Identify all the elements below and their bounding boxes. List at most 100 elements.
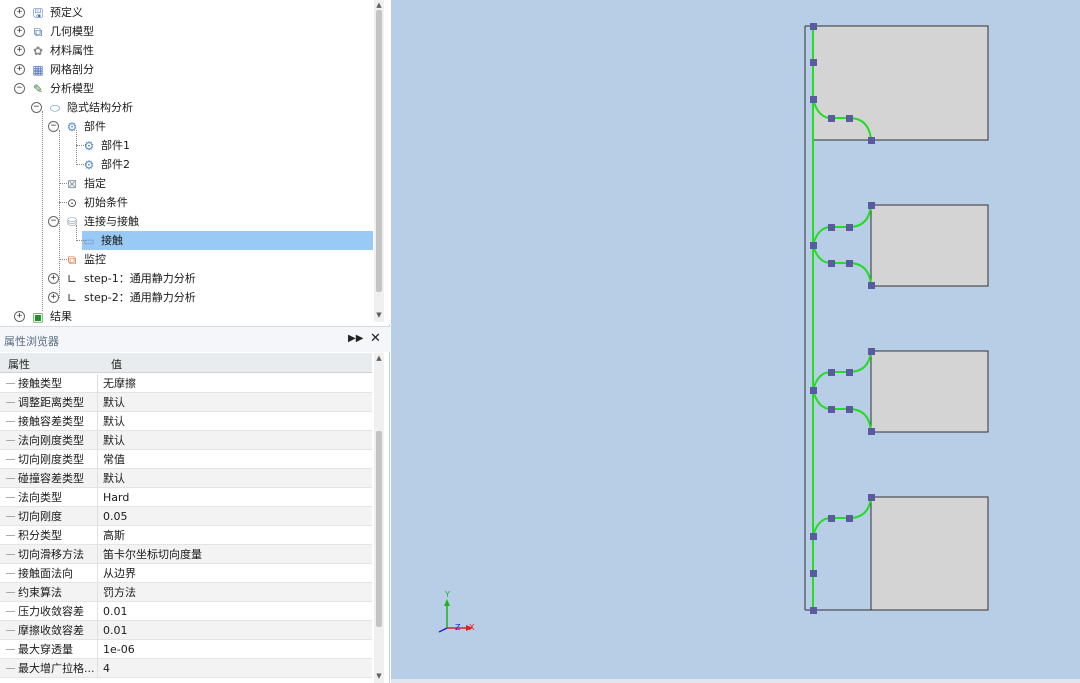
property-row[interactable]: 接触类型 无摩擦 [0, 374, 372, 393]
property-name: 摩擦收敛容差 [0, 621, 98, 640]
expand-icon[interactable]: + [14, 45, 25, 56]
property-row[interactable]: 约束算法 罚方法 [0, 583, 372, 602]
mesh-node [846, 406, 853, 413]
property-row[interactable]: 碰撞容差类型 默认 [0, 469, 372, 488]
part-block-2 [870, 204, 989, 287]
property-value[interactable]: Hard [103, 488, 129, 507]
property-row[interactable]: 接触容差类型 默认 [0, 412, 372, 431]
scroll-up-arrow[interactable]: ▲ [374, 0, 384, 10]
scroll-up-arrow[interactable]: ▲ [374, 353, 384, 363]
tree-connector [59, 202, 69, 203]
tree-item-label: 接触 [101, 234, 123, 247]
tree-item[interactable]: − ⚙ 部件 [48, 117, 110, 136]
property-value[interactable]: 0.01 [103, 602, 128, 621]
expand-icon[interactable]: + [48, 292, 59, 303]
mesh-node [810, 570, 817, 577]
part-block-1 [812, 25, 989, 141]
tree-item-label: 材料属性 [50, 44, 94, 57]
property-value[interactable]: 1e-06 [103, 640, 135, 659]
property-scrollbar[interactable]: ▲ ▼ [374, 353, 384, 683]
property-row[interactable]: 最大穿透量 1e-06 [0, 640, 372, 659]
tree-item[interactable]: − ✎ 分析模型 [14, 79, 98, 98]
tree-item[interactable]: ⊠ 指定 [48, 174, 110, 193]
tree-item[interactable]: − ⛁ 连接与接触 [48, 212, 143, 231]
scroll-thumb[interactable] [376, 431, 382, 627]
property-row[interactable]: 压力收敛容差 0.01 [0, 602, 372, 621]
tree-item[interactable]: + ∟ step-1：通用静力分析 [48, 269, 200, 288]
step-icon: ∟ [66, 290, 78, 305]
collapse-icon[interactable]: − [14, 83, 25, 94]
property-value[interactable]: 从边界 [103, 564, 136, 583]
property-table-header: 属性 值 [0, 353, 372, 373]
property-value[interactable]: 4 [103, 659, 110, 678]
tree-item-label: 隐式结构分析 [67, 101, 133, 114]
property-row[interactable]: 切向刚度 0.05 [0, 507, 372, 526]
property-row[interactable]: 切向滑移方法 笛卡尔坐标切向度量 [0, 545, 372, 564]
tree-connector [76, 164, 86, 165]
expand-icon[interactable]: + [14, 64, 25, 75]
tree-item[interactable]: + ⧉ 几何模型 [14, 22, 98, 41]
tree-item-label: 几何模型 [50, 25, 94, 38]
mesh-node [868, 282, 875, 289]
collapse-icon[interactable]: − [31, 102, 42, 113]
collapse-icon[interactable]: − [48, 216, 59, 227]
property-value[interactable]: 罚方法 [103, 583, 136, 602]
tree-item[interactable]: + 🖫 预定义 [14, 3, 87, 22]
expand-icon[interactable]: + [48, 273, 59, 284]
tree-item-label: step-2：通用静力分析 [84, 291, 196, 304]
tree-item-label: 结果 [50, 310, 72, 323]
expand-icon[interactable]: + [14, 26, 25, 37]
tree-item[interactable]: + ✿ 材料属性 [14, 41, 98, 60]
step-icon: ∟ [66, 271, 78, 286]
property-value[interactable]: 高斯 [103, 526, 125, 545]
scroll-down-arrow[interactable]: ▼ [374, 671, 384, 681]
property-row[interactable]: 调整距离类型 默认 [0, 393, 372, 412]
property-value[interactable]: 无摩擦 [103, 374, 136, 393]
collapse-icon[interactable]: − [48, 121, 59, 132]
property-name: 切向刚度 [0, 507, 98, 526]
property-name: 法向刚度类型 [0, 431, 98, 450]
tree-item[interactable]: ⧉ 监控 [48, 250, 110, 269]
analysis-model-icon: ✎ [32, 81, 44, 96]
column-header-value: 值 [111, 358, 122, 371]
left-panel: + 🖫 预定义 + ⧉ 几何模型 + ✿ 材料属性 + ▦ 网格剖分 − ✎ 分析模型 − ⬭ 隐式结构分析 − ⚙ 部… [0, 0, 390, 683]
tree-item[interactable]: ▭ 接触 [65, 231, 373, 250]
viewport-bottom-bar [391, 679, 1080, 683]
tree-connector [59, 130, 60, 298]
property-row[interactable]: 切向刚度类型 常值 [0, 450, 372, 469]
material-icon: ✿ [32, 43, 44, 58]
part-blocks [812, 25, 989, 611]
scroll-down-arrow[interactable]: ▼ [374, 310, 384, 320]
expand-icon[interactable]: + [14, 311, 25, 322]
model-canvas[interactable]: Y X Z [391, 0, 1080, 683]
property-value[interactable]: 0.05 [103, 507, 128, 526]
property-row[interactable]: 摩擦收敛容差 0.01 [0, 621, 372, 640]
fast-forward-icon[interactable]: ▶▶ [348, 333, 363, 344]
tree-item[interactable]: + ∟ step-2：通用静力分析 [48, 288, 200, 307]
property-row[interactable]: 接触面法向 从边界 [0, 564, 372, 583]
tree-item-label: 网格剖分 [50, 63, 94, 76]
property-value[interactable]: 默认 [103, 469, 125, 488]
predefine-icon: 🖫 [32, 5, 44, 20]
scroll-thumb[interactable] [376, 10, 382, 292]
tree-scrollbar[interactable]: ▲ ▼ [374, 0, 384, 322]
property-name: 最大穿透量 [0, 640, 98, 659]
tree-item[interactable]: + ▣ 结果 [14, 307, 76, 324]
property-value[interactable]: 默认 [103, 431, 125, 450]
property-row[interactable]: 法向类型 Hard [0, 488, 372, 507]
property-value[interactable]: 默认 [103, 393, 125, 412]
tree-item[interactable]: − ⬭ 隐式结构分析 [31, 98, 137, 117]
property-value[interactable]: 0.01 [103, 621, 128, 640]
property-value[interactable]: 常值 [103, 450, 125, 469]
property-value[interactable]: 默认 [103, 412, 125, 431]
model-viewport[interactable]: Y X Z [391, 0, 1080, 683]
close-icon[interactable]: ✕ [370, 331, 381, 346]
tree-item[interactable]: + ▦ 网格剖分 [14, 60, 98, 79]
expand-icon[interactable]: + [14, 7, 25, 18]
tree-item-label: 部件1 [101, 139, 130, 152]
mesh-node [846, 115, 853, 122]
property-row[interactable]: 最大增广拉格... 4 [0, 659, 372, 678]
property-value[interactable]: 笛卡尔坐标切向度量 [103, 545, 202, 564]
property-row[interactable]: 积分类型 高斯 [0, 526, 372, 545]
property-row[interactable]: 法向刚度类型 默认 [0, 431, 372, 450]
